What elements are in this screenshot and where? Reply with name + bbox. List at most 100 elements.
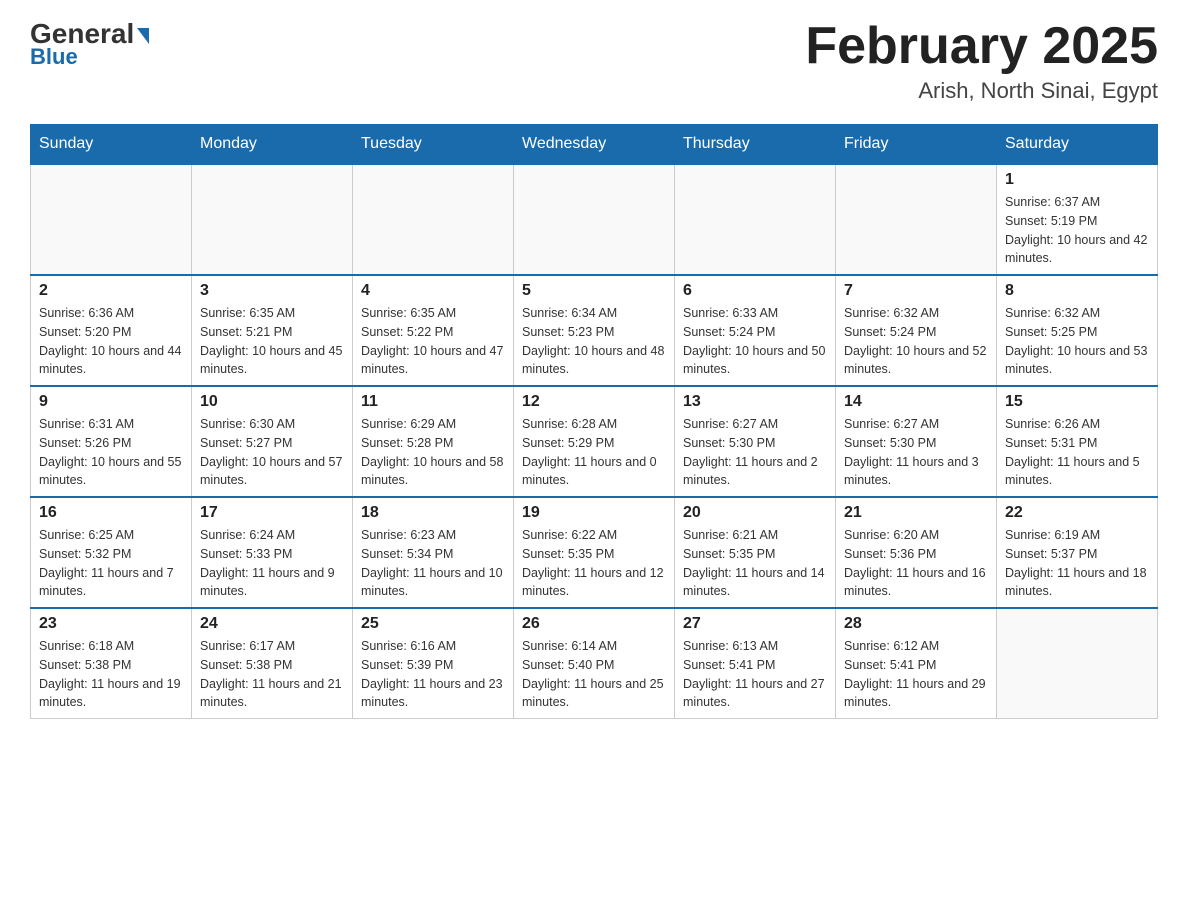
calendar-cell: 1 Sunrise: 6:37 AMSunset: 5:19 PMDaylight… [997, 164, 1158, 275]
calendar-cell: 4 Sunrise: 6:35 AMSunset: 5:22 PMDaylight… [353, 275, 514, 386]
calendar-cell: 6 Sunrise: 6:33 AMSunset: 5:24 PMDaylight… [675, 275, 836, 386]
sun-info: Sunrise: 6:31 AMSunset: 5:26 PMDaylight:… [39, 415, 183, 490]
calendar-cell: 26 Sunrise: 6:14 AMSunset: 5:40 PMDayligh… [514, 608, 675, 719]
sun-info: Sunrise: 6:13 AMSunset: 5:41 PMDaylight:… [683, 637, 827, 712]
calendar-cell: 11 Sunrise: 6:29 AMSunset: 5:28 PMDayligh… [353, 386, 514, 497]
day-number: 18 [361, 504, 505, 522]
day-number: 25 [361, 615, 505, 633]
calendar-cell: 18 Sunrise: 6:23 AMSunset: 5:34 PMDayligh… [353, 497, 514, 608]
sun-info: Sunrise: 6:32 AMSunset: 5:24 PMDaylight:… [844, 304, 988, 379]
day-number: 13 [683, 393, 827, 411]
day-number: 17 [200, 504, 344, 522]
day-number: 3 [200, 282, 344, 300]
column-header-saturday: Saturday [997, 125, 1158, 165]
day-number: 20 [683, 504, 827, 522]
sun-info: Sunrise: 6:16 AMSunset: 5:39 PMDaylight:… [361, 637, 505, 712]
calendar-cell: 15Sunrise: 6:26 AMSunset: 5:31 PMDayligh… [997, 386, 1158, 497]
calendar-cell: 28 Sunrise: 6:12 AMSunset: 5:41 PMDayligh… [836, 608, 997, 719]
calendar-week-row: 1 Sunrise: 6:37 AMSunset: 5:19 PMDaylight… [31, 164, 1158, 275]
calendar-cell: 16 Sunrise: 6:25 AMSunset: 5:32 PMDayligh… [31, 497, 192, 608]
day-number: 11 [361, 393, 505, 411]
calendar-cell [514, 164, 675, 275]
sun-info: Sunrise: 6:14 AMSunset: 5:40 PMDaylight:… [522, 637, 666, 712]
calendar-table: SundayMondayTuesdayWednesdayThursdayFrid… [30, 124, 1158, 719]
calendar-cell: 27 Sunrise: 6:13 AMSunset: 5:41 PMDayligh… [675, 608, 836, 719]
calendar-cell: 22 Sunrise: 6:19 AMSunset: 5:37 PMDayligh… [997, 497, 1158, 608]
calendar-cell: 20 Sunrise: 6:21 AMSunset: 5:35 PMDayligh… [675, 497, 836, 608]
day-number: 9 [39, 393, 183, 411]
calendar-cell: 17 Sunrise: 6:24 AMSunset: 5:33 PMDayligh… [192, 497, 353, 608]
month-title: February 2025 [805, 20, 1158, 72]
calendar-cell: 5 Sunrise: 6:34 AMSunset: 5:23 PMDaylight… [514, 275, 675, 386]
day-number: 2 [39, 282, 183, 300]
page-header: General Blue February 2025 Arish, North … [30, 20, 1158, 104]
calendar-cell: 3 Sunrise: 6:35 AMSunset: 5:21 PMDaylight… [192, 275, 353, 386]
sun-info: Sunrise: 6:29 AMSunset: 5:28 PMDaylight:… [361, 415, 505, 490]
calendar-week-row: 2 Sunrise: 6:36 AMSunset: 5:20 PMDaylight… [31, 275, 1158, 386]
calendar-cell: 23 Sunrise: 6:18 AMSunset: 5:38 PMDayligh… [31, 608, 192, 719]
day-number: 7 [844, 282, 988, 300]
day-number: 28 [844, 615, 988, 633]
sun-info: Sunrise: 6:35 AMSunset: 5:22 PMDaylight:… [361, 304, 505, 379]
sun-info: Sunrise: 6:27 AMSunset: 5:30 PMDaylight:… [844, 415, 988, 490]
day-number: 8 [1005, 282, 1149, 300]
calendar-cell: 25 Sunrise: 6:16 AMSunset: 5:39 PMDayligh… [353, 608, 514, 719]
day-number: 27 [683, 615, 827, 633]
day-number: 6 [683, 282, 827, 300]
calendar-cell: 2 Sunrise: 6:36 AMSunset: 5:20 PMDaylight… [31, 275, 192, 386]
column-header-tuesday: Tuesday [353, 125, 514, 165]
sun-info: Sunrise: 6:35 AMSunset: 5:21 PMDaylight:… [200, 304, 344, 379]
sun-info: Sunrise: 6:36 AMSunset: 5:20 PMDaylight:… [39, 304, 183, 379]
calendar-header-row: SundayMondayTuesdayWednesdayThursdayFrid… [31, 125, 1158, 165]
sun-info: Sunrise: 6:18 AMSunset: 5:38 PMDaylight:… [39, 637, 183, 712]
column-header-thursday: Thursday [675, 125, 836, 165]
sun-info: Sunrise: 6:33 AMSunset: 5:24 PMDaylight:… [683, 304, 827, 379]
sun-info: Sunrise: 6:27 AMSunset: 5:30 PMDaylight:… [683, 415, 827, 490]
day-number: 4 [361, 282, 505, 300]
day-number: 15 [1005, 393, 1149, 411]
calendar-cell: 8Sunrise: 6:32 AMSunset: 5:25 PMDaylight… [997, 275, 1158, 386]
column-header-wednesday: Wednesday [514, 125, 675, 165]
calendar-cell: 21Sunrise: 6:20 AMSunset: 5:36 PMDayligh… [836, 497, 997, 608]
calendar-cell [836, 164, 997, 275]
calendar-cell [997, 608, 1158, 719]
calendar-cell [31, 164, 192, 275]
sun-info: Sunrise: 6:12 AMSunset: 5:41 PMDaylight:… [844, 637, 988, 712]
day-number: 26 [522, 615, 666, 633]
sun-info: Sunrise: 6:37 AMSunset: 5:19 PMDaylight:… [1005, 193, 1149, 268]
column-header-friday: Friday [836, 125, 997, 165]
calendar-cell: 10Sunrise: 6:30 AMSunset: 5:27 PMDayligh… [192, 386, 353, 497]
day-number: 16 [39, 504, 183, 522]
calendar-cell [675, 164, 836, 275]
location-title: Arish, North Sinai, Egypt [805, 78, 1158, 104]
day-number: 19 [522, 504, 666, 522]
sun-info: Sunrise: 6:21 AMSunset: 5:35 PMDaylight:… [683, 526, 827, 601]
day-number: 10 [200, 393, 344, 411]
calendar-week-row: 16 Sunrise: 6:25 AMSunset: 5:32 PMDayligh… [31, 497, 1158, 608]
day-number: 14 [844, 393, 988, 411]
day-number: 22 [1005, 504, 1149, 522]
sun-info: Sunrise: 6:20 AMSunset: 5:36 PMDaylight:… [844, 526, 988, 601]
sun-info: Sunrise: 6:24 AMSunset: 5:33 PMDaylight:… [200, 526, 344, 601]
calendar-cell: 12Sunrise: 6:28 AMSunset: 5:29 PMDayligh… [514, 386, 675, 497]
sun-info: Sunrise: 6:17 AMSunset: 5:38 PMDaylight:… [200, 637, 344, 712]
column-header-sunday: Sunday [31, 125, 192, 165]
title-area: February 2025 Arish, North Sinai, Egypt [805, 20, 1158, 104]
day-number: 5 [522, 282, 666, 300]
calendar-cell: 14 Sunrise: 6:27 AMSunset: 5:30 PMDayligh… [836, 386, 997, 497]
day-number: 24 [200, 615, 344, 633]
calendar-cell [192, 164, 353, 275]
sun-info: Sunrise: 6:25 AMSunset: 5:32 PMDaylight:… [39, 526, 183, 601]
sun-info: Sunrise: 6:23 AMSunset: 5:34 PMDaylight:… [361, 526, 505, 601]
calendar-week-row: 23 Sunrise: 6:18 AMSunset: 5:38 PMDayligh… [31, 608, 1158, 719]
sun-info: Sunrise: 6:19 AMSunset: 5:37 PMDaylight:… [1005, 526, 1149, 601]
calendar-cell: 19Sunrise: 6:22 AMSunset: 5:35 PMDayligh… [514, 497, 675, 608]
day-number: 1 [1005, 171, 1149, 189]
logo-blue: Blue [30, 44, 78, 70]
sun-info: Sunrise: 6:34 AMSunset: 5:23 PMDaylight:… [522, 304, 666, 379]
calendar-week-row: 9 Sunrise: 6:31 AMSunset: 5:26 PMDaylight… [31, 386, 1158, 497]
day-number: 12 [522, 393, 666, 411]
day-number: 23 [39, 615, 183, 633]
logo: General Blue [30, 20, 149, 70]
calendar-cell: 7 Sunrise: 6:32 AMSunset: 5:24 PMDaylight… [836, 275, 997, 386]
